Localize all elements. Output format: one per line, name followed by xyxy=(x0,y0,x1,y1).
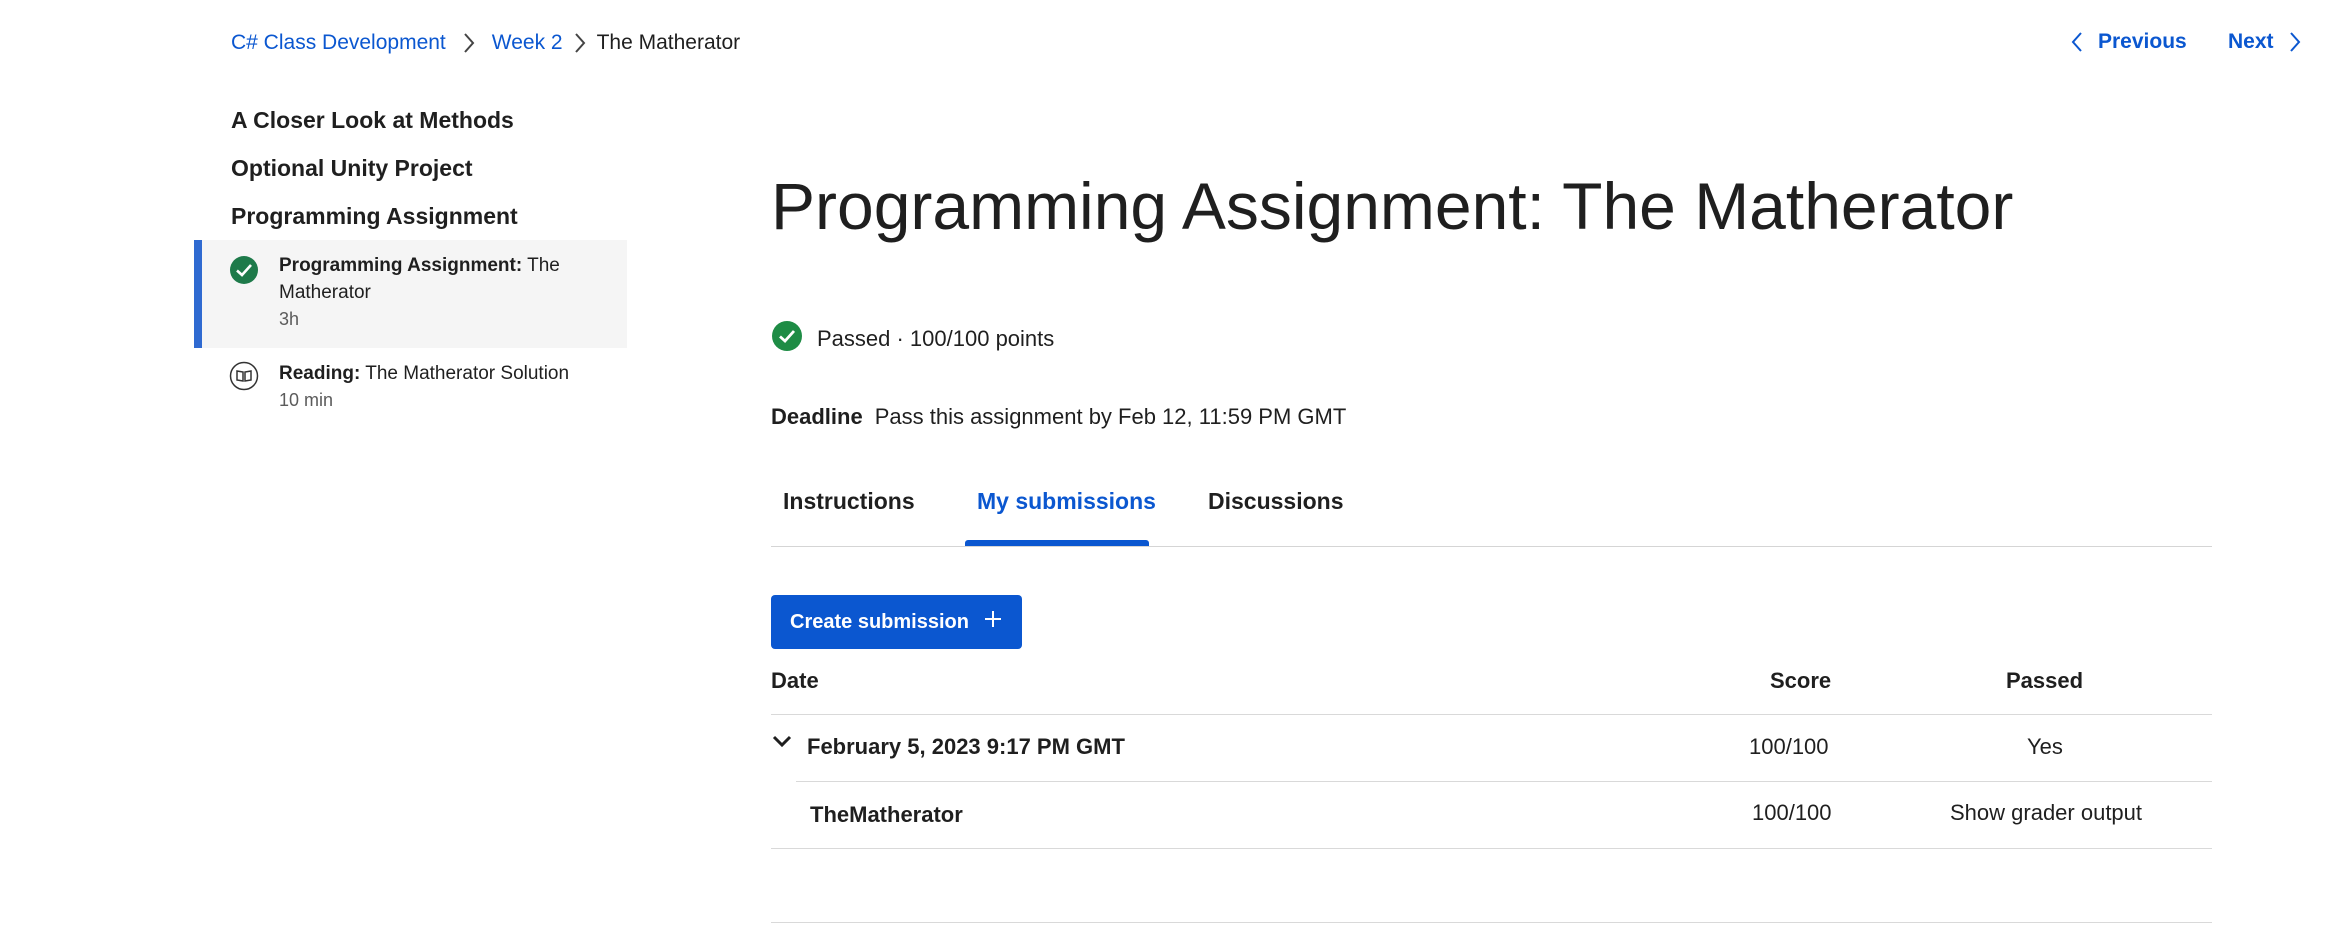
divider xyxy=(796,781,2212,782)
chevron-right-icon xyxy=(446,32,492,54)
submission-date: February 5, 2023 9:17 PM GMT xyxy=(807,734,1125,759)
tab-instructions[interactable]: Instructions xyxy=(783,488,915,544)
divider xyxy=(771,848,2212,849)
deadline-text: Pass this assignment by Feb 12, 11:59 PM… xyxy=(874,404,1347,429)
deadline-label: Deadline xyxy=(771,404,863,429)
chevron-right-icon xyxy=(2288,31,2302,53)
sidebar-item-text: Reading: The Matherator Solution 10 min xyxy=(279,360,599,414)
expand-chevron-icon[interactable] xyxy=(771,730,793,757)
column-header-score: Score xyxy=(1770,668,1832,693)
file-name: TheMatherator xyxy=(810,802,963,827)
breadcrumb-week-link[interactable]: Week 2 xyxy=(492,31,563,55)
tab-discussions[interactable]: Discussions xyxy=(1208,488,1344,544)
item-duration: 10 min xyxy=(279,390,334,410)
tab-bar: Instructions My submissions Discussions xyxy=(771,478,2212,547)
book-icon xyxy=(229,361,259,396)
tab-my-submissions[interactable]: My submissions xyxy=(977,488,1156,544)
breadcrumb-current: The Matherator xyxy=(596,31,741,54)
sidebar-heading-methods[interactable]: A Closer Look at Methods xyxy=(231,107,514,134)
page-title: Programming Assignment: The Matherator xyxy=(771,169,2014,243)
deadline: Deadline Pass this assignment by Feb 12,… xyxy=(771,404,1346,430)
create-submission-label: Create submission xyxy=(790,610,969,633)
column-header-date: Date xyxy=(771,668,819,693)
plus-icon xyxy=(983,609,1003,635)
check-circle-icon xyxy=(771,320,803,358)
create-submission-button[interactable]: Create submission xyxy=(771,595,1022,649)
check-circle-icon xyxy=(229,255,259,290)
submission-passed: Yes xyxy=(2027,734,2063,759)
tab-selected-indicator xyxy=(965,540,1149,546)
sidebar-heading-unity[interactable]: Optional Unity Project xyxy=(231,155,473,182)
sidebar-item-solution[interactable]: Reading: The Matherator Solution 10 min xyxy=(194,352,627,424)
submission-score: 100/100 xyxy=(1749,734,1829,759)
file-score: 100/100 xyxy=(1752,800,1832,825)
column-header-passed: Passed xyxy=(2006,668,2084,693)
breadcrumb-course-link[interactable]: C# Class Development xyxy=(231,31,446,55)
chevron-left-icon xyxy=(2070,31,2084,53)
sidebar-item-text: Programming Assignment: The Matherator 3… xyxy=(279,252,599,333)
show-grader-output-link[interactable]: Show grader output xyxy=(1950,800,2142,826)
sidebar-item-matherator[interactable]: Programming Assignment: The Matherator 3… xyxy=(194,240,627,348)
chevron-right-icon xyxy=(563,32,597,54)
sidebar-heading-assignment[interactable]: Programming Assignment xyxy=(231,203,518,230)
status-line: Passed · 100/100 points xyxy=(771,320,1054,358)
breadcrumb: C# Class Development Week 2 The Matherat… xyxy=(231,28,740,58)
next-label: Next xyxy=(2228,30,2274,53)
item-type: Programming Assignment: xyxy=(279,255,523,276)
previous-label: Previous xyxy=(2098,30,2187,53)
item-duration: 3h xyxy=(279,309,300,329)
divider xyxy=(771,922,2212,923)
previous-button[interactable]: Previous xyxy=(2070,30,2187,54)
item-type: Reading: xyxy=(279,363,361,384)
divider xyxy=(771,714,2212,715)
next-button[interactable]: Next xyxy=(2228,30,2302,54)
status-text: Passed · 100/100 points xyxy=(817,326,1055,351)
item-name: The Matherator Solution xyxy=(365,363,570,384)
